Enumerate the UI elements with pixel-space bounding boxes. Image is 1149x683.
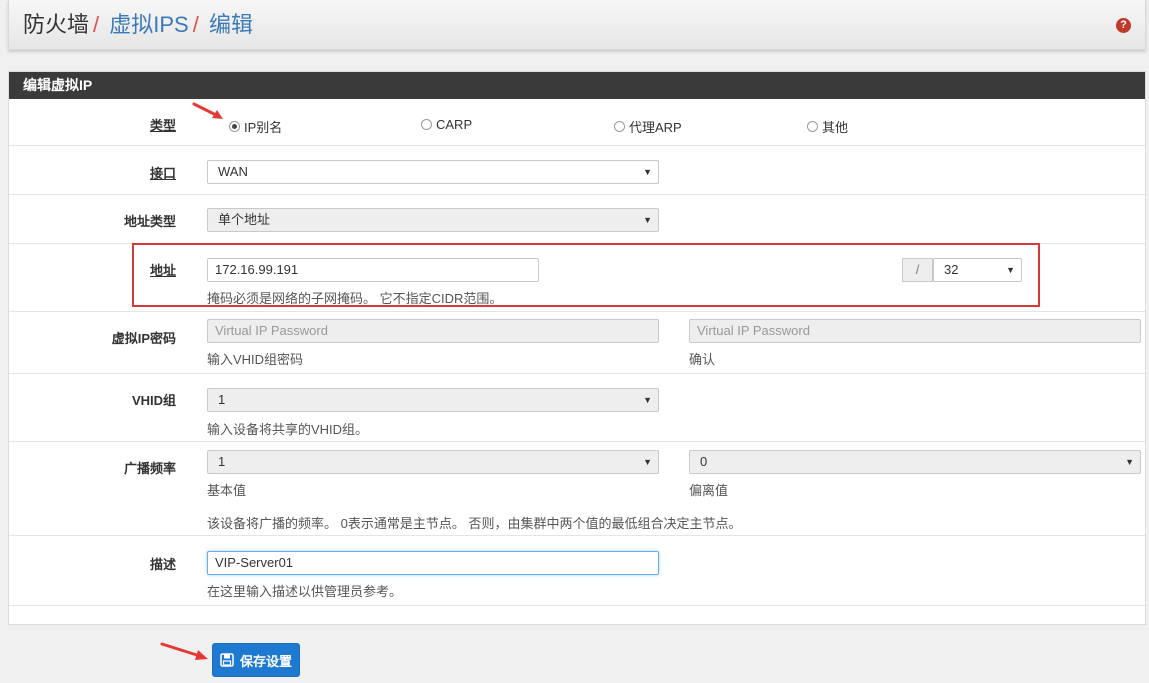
breadcrumb-separator: / <box>192 12 199 37</box>
breadcrumb: 防火墙 / 虚拟IPS / 编辑 <box>23 12 253 38</box>
adv-base-select[interactable]: 1 ▼ <box>207 450 659 474</box>
breadcrumb-virtual-ips[interactable]: 虚拟IPS <box>109 12 188 37</box>
radio-icon[interactable] <box>614 121 625 132</box>
annotation-arrow-icon <box>192 102 223 119</box>
chevron-down-icon: ▼ <box>643 215 652 225</box>
interface-label: 接口 <box>149 166 176 181</box>
save-button-label: 保存设置 <box>239 653 292 669</box>
vip-password-help: 输入VHID组密码 <box>207 352 304 367</box>
description-row: 描述 VIP-Server01 在这里输入描述以供管理员参考。 <box>9 536 1145 606</box>
vhid-row: VHID组 1 ▼ 输入设备将共享的VHID组。 <box>9 374 1145 442</box>
adv-freq-label: 广播频率 <box>123 461 176 476</box>
radio-icon[interactable] <box>421 119 432 130</box>
type-option-carp[interactable]: CARP <box>421 117 472 132</box>
type-label: 类型 <box>149 118 176 133</box>
adv-base-help: 基本值 <box>207 483 247 498</box>
interface-row: 接口 WAN ▼ <box>9 146 1145 195</box>
vip-password-label: 虚拟IP密码 <box>111 331 176 346</box>
type-option-ip-alias[interactable]: IP别名 <box>229 117 282 136</box>
address-type-label: 地址类型 <box>123 214 176 229</box>
adv-skew-select[interactable]: 0 ▼ <box>689 450 1141 474</box>
chevron-down-icon: ▼ <box>643 457 652 467</box>
type-option-other[interactable]: 其他 <box>807 117 848 136</box>
vip-password-confirm-help: 确认 <box>689 352 716 367</box>
description-help: 在这里输入描述以供管理员参考。 <box>207 584 403 599</box>
address-type-row: 地址类型 单个地址 ▼ <box>9 195 1145 244</box>
adv-skew-help: 偏离值 <box>689 483 729 498</box>
chevron-down-icon: ▼ <box>1125 457 1134 467</box>
vip-password-row: 虚拟IP密码 Virtual IP Password 输入VHID组密码 Vir… <box>9 312 1145 374</box>
breadcrumb-bar: 防火墙 / 虚拟IPS / 编辑 ? <box>8 0 1146 50</box>
breadcrumb-firewall: 防火墙 <box>23 12 90 37</box>
panel-title: 编辑虚拟IP <box>9 72 1145 99</box>
type-row: 类型 IP别名 CARP 代理ARP 其他 <box>9 99 1145 146</box>
vhid-label: VHID组 <box>131 393 176 408</box>
annotation-arrow-icon <box>160 642 208 660</box>
highlight-box <box>132 243 1040 307</box>
floppy-disk-icon <box>220 653 234 667</box>
save-button[interactable]: 保存设置 <box>212 643 300 677</box>
adv-freq-help: 该设备将广播的频率。 0表示通常是主节点。 否则，由集群中两个值的最低组合决定主… <box>207 516 742 531</box>
vip-password-confirm-input[interactable]: Virtual IP Password <box>689 319 1141 343</box>
edit-virtual-ip-panel: 编辑虚拟IP 类型 IP别名 CARP 代理ARP 其他 接口 WAN ▼ 地址… <box>8 71 1146 625</box>
adv-freq-row: 广播频率 1 ▼ 基本值 0 ▼ 偏离值 该设备将广播的频率。 0表示通常是主节… <box>9 442 1145 536</box>
chevron-down-icon: ▼ <box>643 395 652 405</box>
description-input[interactable]: VIP-Server01 <box>207 551 659 575</box>
type-option-proxy-arp[interactable]: 代理ARP <box>614 117 682 136</box>
chevron-down-icon: ▼ <box>643 167 652 177</box>
breadcrumb-separator: / <box>93 12 100 37</box>
radio-icon[interactable] <box>807 121 818 132</box>
vhid-select[interactable]: 1 ▼ <box>207 388 659 412</box>
interface-select[interactable]: WAN ▼ <box>207 160 659 184</box>
description-label: 描述 <box>149 557 176 572</box>
vhid-help: 输入设备将共享的VHID组。 <box>207 422 369 437</box>
address-type-select[interactable]: 单个地址 ▼ <box>207 208 659 232</box>
help-icon[interactable]: ? <box>1116 18 1131 33</box>
radio-selected-icon[interactable] <box>229 121 240 132</box>
breadcrumb-edit[interactable]: 编辑 <box>209 12 253 37</box>
vip-password-input[interactable]: Virtual IP Password <box>207 319 659 343</box>
